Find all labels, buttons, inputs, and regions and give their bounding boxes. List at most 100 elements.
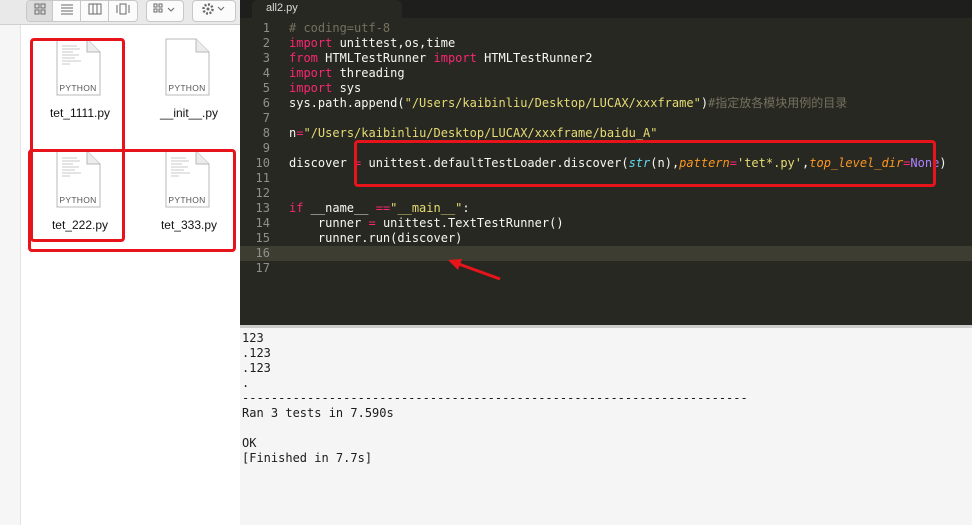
line-number: 7: [262, 111, 270, 125]
code-line[interactable]: 14 runner = unittest.TextTestRunner(): [240, 216, 972, 231]
finder-toolbar: [0, 0, 240, 25]
code-text: import threading: [289, 66, 405, 81]
code-line[interactable]: 2 import unittest,os,time: [240, 36, 972, 51]
output-line: .123: [242, 361, 271, 375]
python-file-icon: PYTHON: [164, 150, 210, 208]
code-token: top_level_dir: [809, 156, 904, 170]
output-line: [Finished in 7.7s]: [242, 451, 373, 465]
code-text: import unittest,os,time: [289, 36, 455, 51]
build-output-panel[interactable]: 123.123.123. ----------------------------…: [240, 325, 972, 525]
line-number: 16: [255, 246, 270, 260]
code-token: import: [289, 81, 333, 95]
code-line[interactable]: 3 from HTMLTestRunner import HTMLTestRunn…: [240, 51, 972, 66]
line-number: 9: [262, 141, 270, 155]
code-area[interactable]: 1 # coding=utf-8 2 import unittest,os,time 3…: [240, 21, 972, 276]
code-token: sys.path.append(: [289, 96, 405, 110]
line-number: 3: [262, 51, 270, 65]
code-line[interactable]: 5 import sys: [240, 81, 972, 96]
python-file-icon: PYTHON: [164, 38, 210, 96]
code-token: "__main__": [390, 201, 463, 215]
file-kind-label: PYTHON: [168, 83, 205, 93]
code-line[interactable]: 9: [240, 141, 972, 156]
code-line[interactable]: 12: [240, 186, 972, 201]
output-line: OK: [242, 436, 257, 450]
line-number: 8: [262, 126, 270, 140]
code-line[interactable]: 11: [240, 171, 972, 186]
code-text: n="/Users/kaibinliu/Desktop/LUCAX/xxxfra…: [289, 126, 657, 141]
line-number: 6: [262, 96, 270, 110]
tab-all2-py[interactable]: all2.py: [252, 0, 402, 18]
code-token: unittest,os,time: [332, 36, 456, 50]
code-token: import: [433, 51, 477, 65]
code-token: "/Users/kaibinliu/Desktop/LUCAX/xxxframe…: [404, 96, 701, 110]
code-text: runner = unittest.TextTestRunner(): [289, 216, 564, 231]
list-view-icon: [60, 2, 74, 20]
code-token: HTMLTestRunner2: [476, 51, 593, 65]
code-line[interactable]: 6 sys.path.append("/Users/kaibinliu/Deskt…: [240, 96, 972, 111]
code-line[interactable]: 10 discover = unittest.defaultTestLoader.…: [240, 156, 972, 171]
line-number: 12: [255, 186, 270, 200]
finder-window: PYTHON tet_1111.py PYTHON __init__.py PY…: [0, 0, 240, 525]
code-line[interactable]: 17: [240, 261, 972, 276]
column-view-icon: [88, 2, 102, 20]
code-token: if: [289, 201, 304, 215]
output-line: .123: [242, 346, 271, 360]
annotation-arrow-icon: [446, 256, 502, 289]
code-token: ): [700, 96, 709, 110]
code-token: threading: [332, 66, 405, 80]
arrange-button[interactable]: [146, 0, 184, 22]
code-line[interactable]: 15 runner.run(discover): [240, 231, 972, 246]
code-token: # coding=utf-8: [289, 21, 391, 35]
list-view-button[interactable]: [53, 1, 81, 21]
code-text: # coding=utf-8: [289, 21, 390, 36]
file-name: tet_222.py: [51, 218, 109, 232]
line-number: 13: [255, 201, 270, 215]
output-line: ----------------------------------------…: [242, 391, 748, 405]
file-item[interactable]: PYTHON tet_1111.py: [30, 38, 130, 138]
python-file-icon: PYTHON: [55, 38, 101, 96]
coverflow-view-button[interactable]: [109, 1, 137, 21]
output-line: 123: [242, 331, 264, 345]
code-text: runner.run(discover): [289, 231, 463, 246]
code-token: runner.run(discover): [289, 231, 463, 245]
output-line: Ran 3 tests in 7.590s: [242, 406, 394, 420]
code-token: ): [939, 156, 947, 170]
file-item[interactable]: PYTHON __init__.py: [139, 38, 239, 138]
file-name: tet_1111.py: [49, 106, 111, 120]
code-line[interactable]: 8 n="/Users/kaibinliu/Desktop/LUCAX/xxxfr…: [240, 126, 972, 141]
file-item[interactable]: PYTHON tet_222.py: [30, 150, 130, 250]
code-line[interactable]: 4 import threading: [240, 66, 972, 81]
arrange-icon: [153, 2, 177, 20]
file-kind-label: PYTHON: [59, 195, 96, 205]
code-line[interactable]: 13 if __name__ =="__main__":: [240, 201, 972, 216]
code-token: =: [729, 156, 737, 170]
code-token: __name__: [303, 201, 376, 215]
code-line[interactable]: 7: [240, 111, 972, 126]
file-kind-label: PYTHON: [168, 195, 205, 205]
tab-title: all2.py: [266, 2, 298, 14]
code-token: discover: [289, 156, 355, 170]
column-view-button[interactable]: [81, 1, 109, 21]
action-button[interactable]: [192, 0, 236, 22]
view-mode-segmented-control: [26, 0, 138, 22]
line-number: 4: [262, 66, 270, 80]
code-line[interactable]: 1 # coding=utf-8: [240, 21, 972, 36]
build-output-text: 123.123.123. ----------------------------…: [242, 331, 748, 466]
code-token: from: [289, 51, 318, 65]
tab-bar: all2.py: [240, 0, 972, 18]
code-token: None: [910, 156, 940, 170]
line-number: 17: [255, 261, 270, 275]
code-token: unittest.defaultTestLoader.discover(: [361, 156, 629, 170]
action-control: [193, 1, 235, 21]
file-item[interactable]: PYTHON tet_333.py: [139, 150, 239, 250]
icon-view-icon: [34, 2, 46, 20]
code-line[interactable]: 16: [240, 246, 972, 261]
icon-view-button[interactable]: [27, 1, 53, 21]
code-token: import: [289, 36, 333, 50]
code-text: discover = unittest.defaultTestLoader.di…: [289, 156, 947, 171]
line-number: 2: [262, 36, 270, 50]
code-token: "/Users/kaibinliu/Desktop/LUCAX/xxxframe…: [303, 126, 658, 140]
finder-sidebar-edge: [0, 25, 21, 525]
arrange-control: [147, 1, 183, 21]
code-token: #指定放各模块用例的目录: [708, 96, 848, 110]
